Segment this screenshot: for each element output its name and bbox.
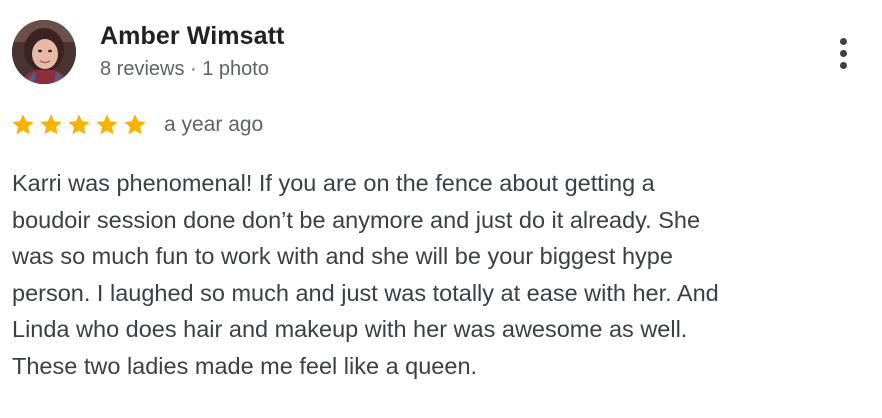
- review-text-line: was so much fun to work with and she wil…: [12, 243, 673, 269]
- review-card: Amber Wimsatt 8 reviews · 1 photo a year…: [0, 0, 882, 418]
- review-text-line: person. I laughed so much and just was t…: [12, 279, 719, 306]
- review-text-line: Linda who does hair and makeup with her …: [12, 316, 688, 342]
- rating-row: a year ago: [10, 110, 263, 140]
- star-icon: [68, 114, 90, 135]
- more-options-button[interactable]: [826, 34, 862, 74]
- review-text: Karri was phenomenal! If you are on the …: [12, 165, 872, 384]
- review-date: a year ago: [164, 113, 264, 136]
- star-rating: [10, 112, 148, 138]
- review-text-line: boudoir session done don’t be anymore an…: [12, 206, 701, 233]
- reviewer-name[interactable]: Amber Wimsatt: [100, 22, 284, 51]
- review-text-line: Karri was phenomenal! If you are on the …: [12, 170, 655, 196]
- star-icon: [96, 114, 118, 135]
- reviewer-meta: 8 reviews · 1 photo: [100, 58, 269, 80]
- star-icon: [40, 114, 62, 135]
- reviewer-avatar[interactable]: [12, 20, 76, 84]
- profile-photo-icon: [12, 20, 76, 84]
- review-text-line: These two ladies made me feel like a que…: [12, 352, 478, 379]
- star-icon: [12, 114, 34, 135]
- star-icon: [124, 114, 146, 135]
